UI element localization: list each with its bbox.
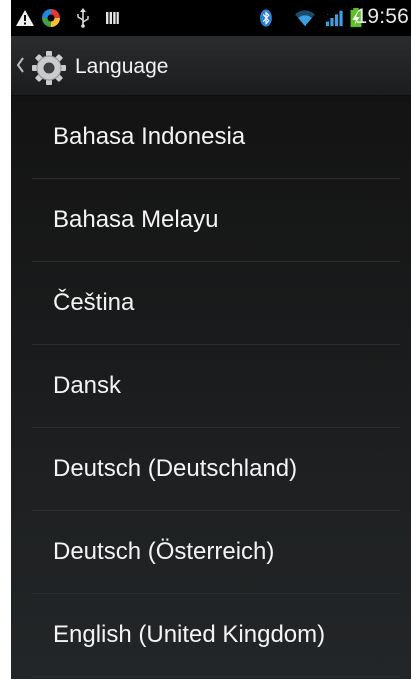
language-item[interactable]: Čeština xyxy=(11,262,411,345)
wifi-icon xyxy=(295,10,315,27)
language-list: Bahasa Indonesia Bahasa Melayu Čeština D… xyxy=(11,96,411,677)
sync-app-icon xyxy=(42,9,60,27)
language-item[interactable]: English (United Kingdom) xyxy=(11,594,411,677)
language-label: English (United Kingdom) xyxy=(53,621,326,648)
phone-screen: · 19:56 Language Bahasa Indonesia Bahasa… xyxy=(11,0,411,679)
status-bar: · 19:56 xyxy=(11,0,411,36)
language-item[interactable]: Deutsch (Österreich) xyxy=(11,511,411,594)
language-item[interactable]: Deutsch (Deutschland) xyxy=(11,428,411,511)
language-label: Bahasa Melayu xyxy=(53,206,219,233)
language-item[interactable]: Bahasa Melayu xyxy=(11,179,411,262)
bluetooth-icon xyxy=(260,9,272,27)
action-bar: Language xyxy=(11,36,411,96)
language-item[interactable]: Bahasa Indonesia xyxy=(11,96,411,179)
language-item[interactable]: Dansk xyxy=(11,345,411,428)
language-label: Deutsch (Österreich) xyxy=(53,538,275,565)
language-label: Bahasa Indonesia xyxy=(53,123,246,150)
language-label: Dansk xyxy=(53,372,122,399)
chevron-left-icon[interactable] xyxy=(15,56,25,74)
usb-icon xyxy=(77,8,89,28)
storage-icon xyxy=(106,12,119,24)
signal-icon: · xyxy=(325,10,343,27)
status-time: 19:56 xyxy=(355,5,409,28)
page-title: Language xyxy=(75,55,169,78)
language-label: Čeština xyxy=(53,289,135,316)
settings-gear-icon[interactable] xyxy=(31,50,67,86)
warning-icon xyxy=(16,10,34,26)
language-label: Deutsch (Deutschland) xyxy=(53,455,298,482)
svg-text:·: · xyxy=(327,10,329,19)
